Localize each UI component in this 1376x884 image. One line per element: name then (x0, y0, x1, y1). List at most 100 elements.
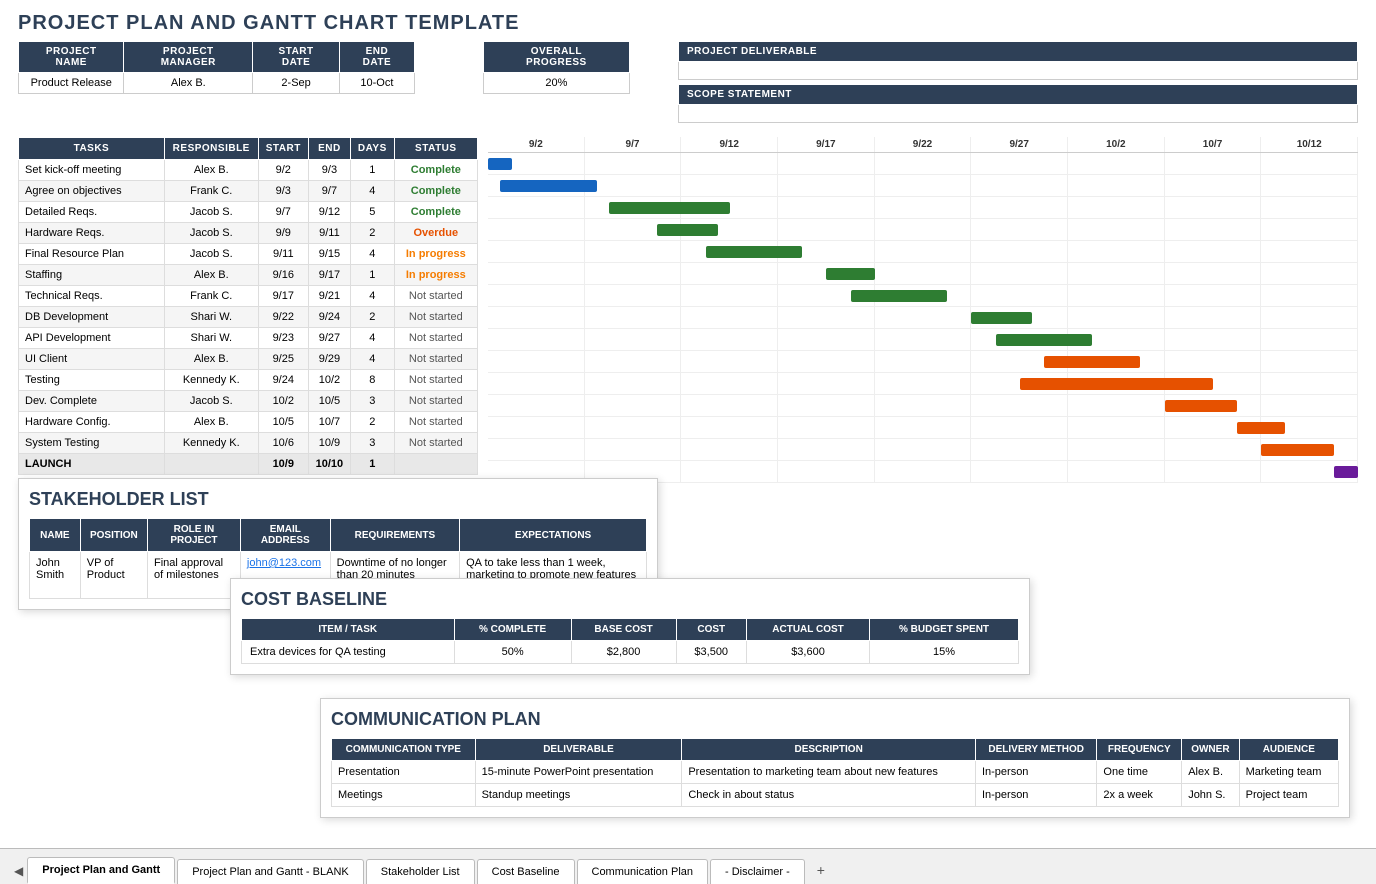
cost-col-header: % COMPLETE (454, 619, 571, 641)
task-days: 5 (351, 202, 395, 223)
task-start: 10/2 (258, 391, 308, 412)
gantt-header: 9/29/79/129/179/229/2710/210/710/12 (488, 137, 1358, 153)
tab-item[interactable]: Cost Baseline (477, 859, 575, 884)
task-status: Not started (394, 412, 477, 433)
task-days: 1 (351, 265, 395, 286)
task-start: 9/11 (258, 244, 308, 265)
task-end: 9/21 (308, 286, 350, 307)
gantt-container: 9/29/79/129/179/229/2710/210/710/12 (488, 137, 1358, 483)
gantt-bar (851, 290, 948, 302)
task-name: Dev. Complete (19, 391, 165, 412)
tab-item[interactable]: - Disclaimer - (710, 859, 805, 884)
tasks-col-responsible: RESPONSIBLE (164, 138, 258, 160)
task-end: 9/7 (308, 181, 350, 202)
tasks-section: TASKS RESPONSIBLE START END DAYS STATUS … (18, 137, 478, 483)
task-start: 10/9 (258, 454, 308, 475)
tab-add-button[interactable]: + (807, 856, 835, 884)
task-name: API Development (19, 328, 165, 349)
cost-col-header: COST (676, 619, 746, 641)
task-days: 4 (351, 328, 395, 349)
cost-card: COST BASELINE ITEM / TASK% COMPLETEBASE … (230, 578, 1030, 675)
task-status: Not started (394, 370, 477, 391)
task-status: Overdue (394, 223, 477, 244)
task-start: 9/25 (258, 349, 308, 370)
task-status: Not started (394, 286, 477, 307)
task-row: Agree on objectives Frank C. 9/3 9/7 4 C… (19, 181, 478, 202)
top-section: PROJECT NAME PROJECT MANAGER START DATE … (0, 41, 1376, 123)
tab-bar: ◀ Project Plan and GanttProject Plan and… (0, 848, 1376, 884)
task-status: Not started (394, 307, 477, 328)
task-days: 4 (351, 286, 395, 307)
task-row: Dev. Complete Jacob S. 10/2 10/5 3 Not s… (19, 391, 478, 412)
task-days: 4 (351, 244, 395, 265)
task-status (394, 454, 477, 475)
comm-col-header: COMMUNICATION TYPE (332, 739, 476, 761)
overall-progress-table: OVERALL PROGRESS 20% (453, 41, 630, 123)
project-name-value: Product Release (19, 73, 124, 94)
tab-item[interactable]: Communication Plan (577, 859, 709, 884)
task-status: Complete (394, 202, 477, 223)
gantt-row (488, 307, 1358, 329)
tasks-col-task: TASKS (19, 138, 165, 160)
task-name: Testing (19, 370, 165, 391)
task-name: UI Client (19, 349, 165, 370)
cost-table: ITEM / TASK% COMPLETEBASE COSTCOSTACTUAL… (241, 618, 1019, 664)
task-days: 2 (351, 307, 395, 328)
task-start: 9/17 (258, 286, 308, 307)
stakeholder-title: STAKEHOLDER LIST (29, 489, 647, 510)
sh-col-header: ROLE IN PROJECT (147, 519, 240, 552)
sh-col-header: NAME (30, 519, 81, 552)
comm-col-header: OWNER (1182, 739, 1239, 761)
comm-col-header: AUDIENCE (1239, 739, 1338, 761)
comm-audience: Project team (1239, 784, 1338, 807)
tab-item[interactable]: Stakeholder List (366, 859, 475, 884)
start-date-value: 2-Sep (253, 73, 340, 94)
sh-col-header: EXPECTATIONS (460, 519, 647, 552)
task-name: Set kick-off meeting (19, 160, 165, 181)
gantt-date: 9/22 (875, 137, 972, 152)
cost-col-header: ITEM / TASK (242, 619, 455, 641)
task-end: 10/7 (308, 412, 350, 433)
task-days: 8 (351, 370, 395, 391)
gantt-bar (826, 268, 874, 280)
task-row: Hardware Config. Alex B. 10/5 10/7 2 Not… (19, 412, 478, 433)
task-row: Testing Kennedy K. 9/24 10/2 8 Not start… (19, 370, 478, 391)
gantt-row (488, 373, 1358, 395)
comm-row: Meetings Standup meetings Check in about… (332, 784, 1339, 807)
main-area: PROJECT PLAN AND GANTT CHART TEMPLATE PR… (0, 0, 1376, 848)
tab-nav-left[interactable]: ◀ (10, 858, 27, 884)
task-row: DB Development Shari W. 9/22 9/24 2 Not … (19, 307, 478, 328)
cost-item: Extra devices for QA testing (242, 641, 455, 664)
task-row: UI Client Alex B. 9/25 9/29 4 Not starte… (19, 349, 478, 370)
comm-deliverable: 15-minute PowerPoint presentation (475, 761, 682, 784)
task-responsible: Kennedy K. (164, 433, 258, 454)
gantt-row (488, 395, 1358, 417)
deliverable-label: PROJECT DELIVERABLE (679, 42, 1358, 62)
tab-item[interactable]: Project Plan and Gantt - BLANK (177, 859, 364, 884)
task-responsible: Shari W. (164, 328, 258, 349)
gantt-section: 9/29/79/129/179/229/2710/210/710/12 (478, 137, 1358, 483)
task-responsible: Alex B. (164, 265, 258, 286)
cost-col-header: ACTUAL COST (746, 619, 869, 641)
sh-col-header: POSITION (80, 519, 147, 552)
task-name: Staffing (19, 265, 165, 286)
task-responsible: Jacob S. (164, 202, 258, 223)
tab-item[interactable]: Project Plan and Gantt (27, 857, 175, 884)
overall-progress-value: 20% (483, 73, 629, 94)
task-days: 3 (351, 433, 395, 454)
task-name: Hardware Config. (19, 412, 165, 433)
task-start: 9/23 (258, 328, 308, 349)
gantt-bar (657, 224, 717, 236)
comm-col-header: DELIVERY METHOD (975, 739, 1096, 761)
gantt-bar (971, 312, 1031, 324)
col-start-date: START DATE (253, 42, 340, 73)
task-start: 9/2 (258, 160, 308, 181)
task-end: 10/2 (308, 370, 350, 391)
sh-name: John Smith (30, 552, 81, 599)
cost-col-header: BASE COST (571, 619, 676, 641)
task-name: System Testing (19, 433, 165, 454)
task-end: 9/11 (308, 223, 350, 244)
comm-type: Meetings (332, 784, 476, 807)
task-start: 9/3 (258, 181, 308, 202)
content-area: TASKS RESPONSIBLE START END DAYS STATUS … (0, 137, 1376, 483)
